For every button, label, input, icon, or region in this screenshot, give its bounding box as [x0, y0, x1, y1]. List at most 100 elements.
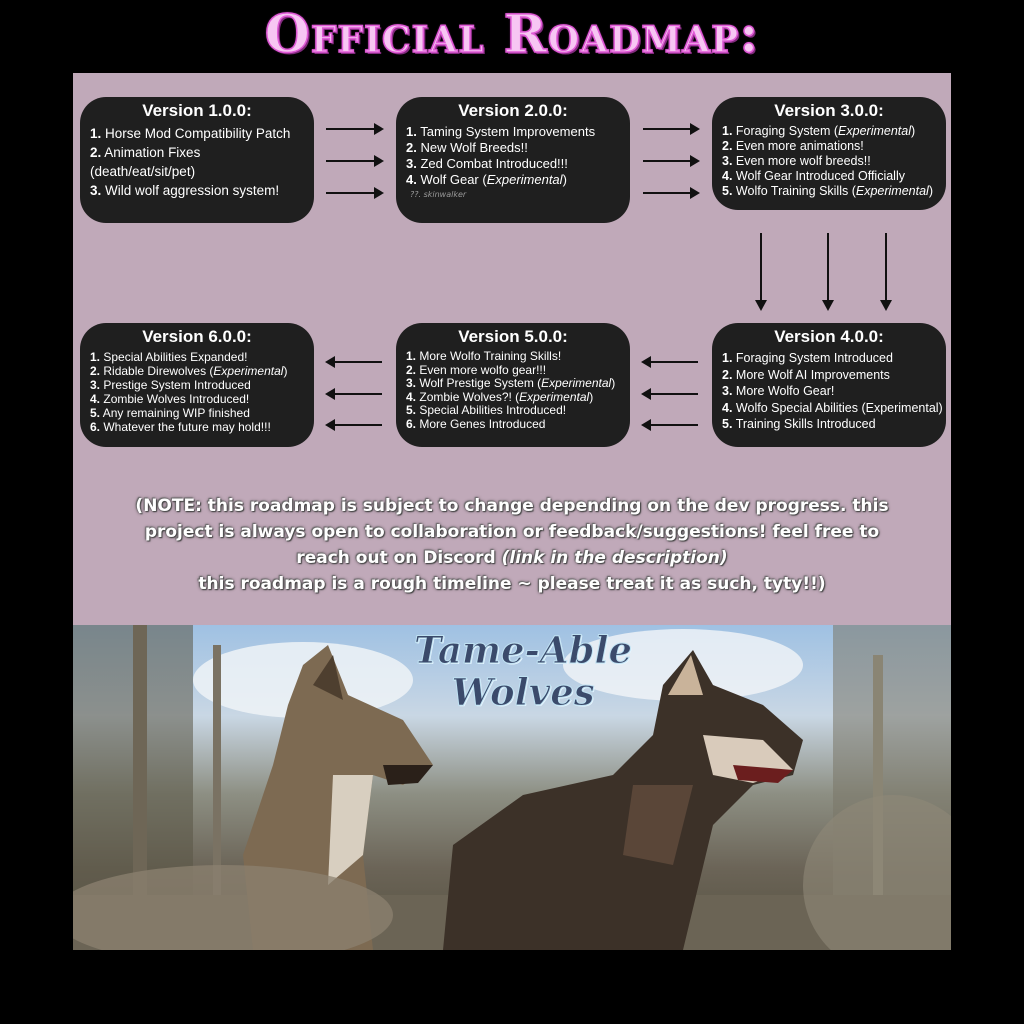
feature-text: Training Skills Introduced [735, 417, 876, 431]
version-title: Version 4.0.0: [774, 327, 884, 346]
arrow-down [755, 233, 767, 311]
feature-text: (death/eat/sit/pet) [90, 164, 196, 179]
feature-text: Foraging System ( [735, 124, 839, 138]
close-paren: ) [911, 124, 916, 138]
feature-text: Wolf Gear ( [420, 172, 487, 187]
feature-item: 4. Wolfo Special Abilities (Experimental… [722, 400, 943, 417]
feature-number: 5. [406, 403, 417, 417]
feature-item: 3. Zed Combat Introduced!!! [406, 156, 620, 172]
feature-item: (death/eat/sit/pet) [90, 162, 304, 181]
note-line: (NOTE: this roadmap is subject to change… [135, 496, 889, 516]
version-title: Version 3.0.0: [774, 101, 884, 120]
feature-number: 5. [722, 184, 733, 198]
feature-list: 1. Taming System Improvements 2. New Wolf… [406, 124, 620, 188]
experimental-tag: Experimental [855, 184, 929, 198]
feature-item: 1. Taming System Improvements [406, 124, 620, 140]
feature-item: 6. Whatever the future may hold!!! [90, 420, 304, 434]
feature-item: 4. Wolf Gear Introduced Officially [722, 169, 936, 184]
feature-number: 1. [722, 124, 733, 138]
feature-number: 6. [406, 416, 417, 431]
feature-number: 4. [406, 172, 417, 187]
feature-item: 4. Zombie Wolves?! (Experimental) [406, 389, 620, 405]
feature-text: Whatever the future may hold!!! [103, 420, 271, 434]
arrow-left [641, 419, 698, 431]
feature-text: Ridable Direwolves ( [103, 364, 214, 378]
banner-logo-text: Tame-Able Wolves [403, 629, 643, 714]
arrow-left [325, 388, 382, 400]
arrow-right [326, 123, 384, 135]
version-box: Version 3.0.0: 1. Foraging System (Experi… [712, 97, 946, 210]
note-text: reach out on Discord [296, 548, 502, 568]
feature-number: 2. [722, 367, 733, 382]
close-paren: ) [928, 184, 933, 198]
arrow-left [325, 419, 382, 431]
roadmap-note: (NOTE: this roadmap is subject to change… [73, 493, 951, 597]
feature-text: More Genes Introduced [419, 416, 546, 431]
experimental-tag: Experimental [486, 172, 563, 187]
feature-number: 4. [406, 389, 417, 404]
feature-list: 1. Special Abilities Expanded! 2. Ridable… [90, 350, 304, 434]
version-box: Version 6.0.0: 1. Special Abilities Expan… [80, 323, 314, 447]
arrow-down [880, 233, 892, 311]
feature-item: 2. Animation Fixes [90, 143, 304, 162]
feature-text: Even more wolf breeds!! [735, 154, 871, 168]
feature-number: 4. [90, 392, 101, 406]
version-title: Version 1.0.0: [142, 101, 252, 120]
close-paren: ) [589, 389, 594, 404]
feature-number: 2. [406, 140, 417, 155]
version-box: Version 4.0.0: 1. Foraging System Introdu… [712, 323, 946, 447]
feature-item: 5. Wolfo Training Skills (Experimental) [722, 184, 936, 199]
feature-list: 1. Foraging System (Experimental) 2. Even… [722, 124, 936, 199]
feature-text: More Wolfo Gear! [735, 384, 835, 398]
footnote: ??. skinwalker [410, 190, 467, 199]
feature-number: 3. [722, 154, 733, 168]
feature-number: 2. [722, 139, 733, 153]
feature-text: Horse Mod Compatibility Patch [105, 126, 291, 141]
feature-number: 1. [90, 126, 102, 141]
arrow-left [325, 356, 382, 368]
arrow-right [326, 155, 384, 167]
arrow-left [641, 356, 698, 368]
feature-item: 1. Foraging System Introduced [722, 350, 936, 367]
arrow-right [643, 155, 700, 167]
feature-item: 1. Foraging System (Experimental) [722, 124, 936, 139]
note-line: project is always open to collaboration … [144, 522, 880, 542]
feature-item: 2. Even more animations! [722, 139, 936, 154]
feature-item: 1. Special Abilities Expanded! [90, 350, 304, 364]
feature-item: 2. Ridable Direwolves (Experimental) [90, 364, 304, 378]
feature-text: Prestige System Introduced [103, 378, 251, 392]
feature-number: 1. [406, 124, 417, 139]
feature-item: 2. Even more wolfo gear!!! [406, 362, 620, 378]
feature-number: 3. [722, 384, 733, 398]
feature-number: 6. [90, 420, 101, 434]
feature-number: 5. [722, 417, 733, 431]
feature-item: 5. Training Skills Introduced [722, 416, 936, 433]
page-title: Official Roadmap: [264, 3, 760, 66]
arrow-right [643, 123, 700, 135]
feature-text: New Wolf Breeds!! [420, 140, 528, 155]
arrow-right [326, 187, 384, 199]
feature-number: 1. [406, 349, 417, 363]
brush [803, 795, 951, 950]
feature-item: 3. Wolf Prestige System (Experimental) [406, 376, 620, 391]
feature-item: 1. More Wolfo Training Skills! [406, 349, 620, 364]
feature-item: 4. Wolf Gear (Experimental) [406, 172, 620, 188]
feature-text: Zombie Wolves?! ( [419, 389, 520, 404]
feature-text: Wild wolf aggression system! [105, 183, 280, 198]
feature-item: 3. Prestige System Introduced [90, 378, 304, 392]
feature-number: 2. [406, 362, 417, 377]
feature-item: 5. Any remaining WIP finished [90, 406, 304, 420]
feature-item: 2. New Wolf Breeds!! [406, 140, 620, 156]
note-line: reach out on Discord (link in the descri… [73, 545, 951, 571]
version-title: Version 2.0.0: [458, 101, 568, 120]
feature-number: 3. [406, 376, 417, 390]
feature-item: 4. Zombie Wolves Introduced! [90, 392, 304, 406]
feature-number: 2. [90, 364, 101, 378]
feature-text: Any remaining WIP finished [102, 406, 250, 420]
feature-text: Even more animations! [735, 139, 864, 153]
feature-text: Wolfo Special Abilities (Experimental) [735, 400, 943, 415]
close-paren: ) [283, 364, 288, 378]
feature-text: Even more wolfo gear!!! [419, 362, 547, 377]
feature-text: More Wolf AI Improvements [735, 367, 890, 382]
feature-item: 2. More Wolf AI Improvements [722, 367, 936, 384]
